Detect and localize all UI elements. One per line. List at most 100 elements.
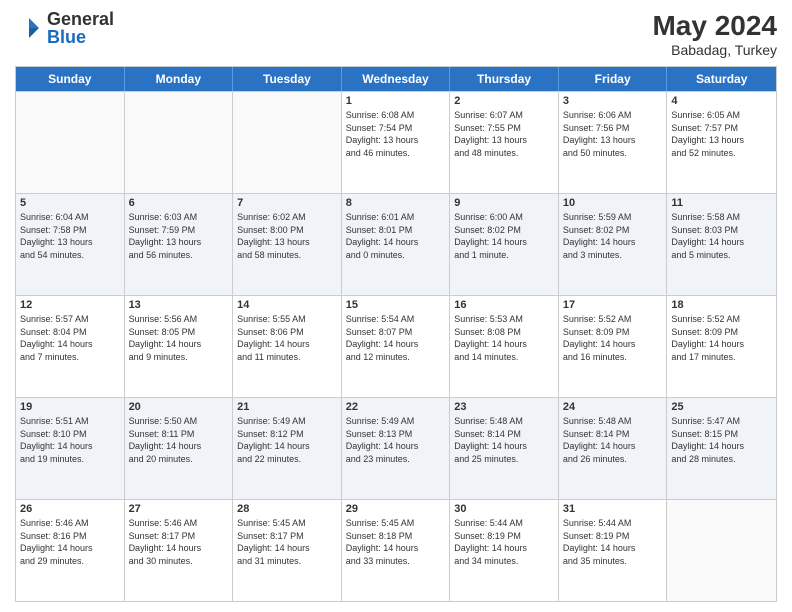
day-info: Sunrise: 6:08 AM Sunset: 7:54 PM Dayligh…: [346, 109, 446, 159]
logo-general-text: General: [47, 9, 114, 29]
day-info: Sunrise: 5:46 AM Sunset: 8:17 PM Dayligh…: [129, 517, 229, 567]
weekday-header: Friday: [559, 67, 668, 91]
calendar-cell: 26Sunrise: 5:46 AM Sunset: 8:16 PM Dayli…: [16, 500, 125, 601]
calendar-cell: 27 Sunrise: 5:46 AM Sunset: 8:17 PM Dayli…: [125, 500, 234, 601]
day-number: 20: [129, 401, 229, 413]
calendar-cell: 20Sunrise: 5:50 AM Sunset: 8:11 PM Dayli…: [125, 398, 234, 499]
calendar-cell: 19 Sunrise: 5:51 AM Sunset: 8:10 PM Dayli…: [16, 398, 125, 499]
day-number: 10: [563, 197, 663, 209]
calendar-cell: 23 Sunrise: 5:48 AM Sunset: 8:14 PM Dayli…: [450, 398, 559, 499]
title-block: May 2024 Babadag, Turkey: [652, 10, 777, 58]
day-info: Sunrise: 5:48 AM Sunset: 8:14 PM Dayligh…: [454, 415, 554, 465]
calendar-cell: 4 Sunrise: 6:05 AM Sunset: 7:57 PM Daylig…: [667, 92, 776, 193]
day-number: 25: [671, 401, 772, 413]
weekday-header: Monday: [125, 67, 234, 91]
calendar-cell: 22 Sunrise: 5:49 AM Sunset: 8:13 PM Dayli…: [342, 398, 451, 499]
day-number: 31: [563, 503, 663, 515]
calendar-cell: [667, 500, 776, 601]
day-info: Sunrise: 6:06 AM Sunset: 7:56 PM Dayligh…: [563, 109, 663, 159]
day-info: Sunrise: 6:07 AM Sunset: 7:55 PM Dayligh…: [454, 109, 554, 159]
day-number: 4: [671, 95, 772, 107]
weekday-header: Sunday: [16, 67, 125, 91]
calendar-cell: [233, 92, 342, 193]
calendar-row: 26Sunrise: 5:46 AM Sunset: 8:16 PM Dayli…: [16, 499, 776, 601]
logo-blue-text: Blue: [47, 27, 86, 47]
weekday-header: Wednesday: [342, 67, 451, 91]
weekday-header: Tuesday: [233, 67, 342, 91]
calendar-row: 1 Sunrise: 6:08 AM Sunset: 7:54 PM Daylig…: [16, 91, 776, 193]
day-number: 24: [563, 401, 663, 413]
day-info: Sunrise: 6:04 AM Sunset: 7:58 PM Dayligh…: [20, 211, 120, 261]
day-number: 6: [129, 197, 229, 209]
day-info: Sunrise: 6:03 AM Sunset: 7:59 PM Dayligh…: [129, 211, 229, 261]
calendar-cell: 25 Sunrise: 5:47 AM Sunset: 8:15 PM Dayli…: [667, 398, 776, 499]
day-info: Sunrise: 5:51 AM Sunset: 8:10 PM Dayligh…: [20, 415, 120, 465]
day-number: 14: [237, 299, 337, 311]
day-number: 13: [129, 299, 229, 311]
day-number: 22: [346, 401, 446, 413]
calendar-cell: 6 Sunrise: 6:03 AM Sunset: 7:59 PM Daylig…: [125, 194, 234, 295]
day-number: 15: [346, 299, 446, 311]
calendar-cell: 1 Sunrise: 6:08 AM Sunset: 7:54 PM Daylig…: [342, 92, 451, 193]
day-number: 12: [20, 299, 120, 311]
day-info: Sunrise: 5:58 AM Sunset: 8:03 PM Dayligh…: [671, 211, 772, 261]
page: General Blue May 2024 Babadag, Turkey Su…: [0, 0, 792, 612]
day-info: Sunrise: 6:00 AM Sunset: 8:02 PM Dayligh…: [454, 211, 554, 261]
calendar-cell: 7Sunrise: 6:02 AM Sunset: 8:00 PM Daylig…: [233, 194, 342, 295]
day-info: Sunrise: 5:45 AM Sunset: 8:18 PM Dayligh…: [346, 517, 446, 567]
day-number: 8: [346, 197, 446, 209]
day-number: 30: [454, 503, 554, 515]
day-number: 19: [20, 401, 120, 413]
day-number: 3: [563, 95, 663, 107]
day-number: 29: [346, 503, 446, 515]
day-info: Sunrise: 5:45 AM Sunset: 8:17 PM Dayligh…: [237, 517, 337, 567]
day-info: Sunrise: 5:49 AM Sunset: 8:13 PM Dayligh…: [346, 415, 446, 465]
day-number: 9: [454, 197, 554, 209]
day-number: 18: [671, 299, 772, 311]
day-info: Sunrise: 5:57 AM Sunset: 8:04 PM Dayligh…: [20, 313, 120, 363]
calendar-cell: [125, 92, 234, 193]
weekday-header: Thursday: [450, 67, 559, 91]
calendar-row: 19 Sunrise: 5:51 AM Sunset: 8:10 PM Dayli…: [16, 397, 776, 499]
day-number: 27: [129, 503, 229, 515]
day-info: Sunrise: 6:05 AM Sunset: 7:57 PM Dayligh…: [671, 109, 772, 159]
calendar-cell: 5Sunrise: 6:04 AM Sunset: 7:58 PM Daylig…: [16, 194, 125, 295]
calendar: SundayMondayTuesdayWednesdayThursdayFrid…: [15, 66, 777, 602]
day-number: 21: [237, 401, 337, 413]
day-number: 1: [346, 95, 446, 107]
calendar-body: 1 Sunrise: 6:08 AM Sunset: 7:54 PM Daylig…: [16, 91, 776, 601]
day-number: 28: [237, 503, 337, 515]
logo: General Blue: [15, 10, 114, 46]
day-info: Sunrise: 5:47 AM Sunset: 8:15 PM Dayligh…: [671, 415, 772, 465]
day-info: Sunrise: 5:49 AM Sunset: 8:12 PM Dayligh…: [237, 415, 337, 465]
day-number: 11: [671, 197, 772, 209]
calendar-cell: 8 Sunrise: 6:01 AM Sunset: 8:01 PM Daylig…: [342, 194, 451, 295]
day-info: Sunrise: 5:53 AM Sunset: 8:08 PM Dayligh…: [454, 313, 554, 363]
calendar-row: 5Sunrise: 6:04 AM Sunset: 7:58 PM Daylig…: [16, 193, 776, 295]
day-number: 16: [454, 299, 554, 311]
day-number: 7: [237, 197, 337, 209]
calendar-cell: 16 Sunrise: 5:53 AM Sunset: 8:08 PM Dayli…: [450, 296, 559, 397]
day-info: Sunrise: 5:46 AM Sunset: 8:16 PM Dayligh…: [20, 517, 120, 567]
calendar-header: SundayMondayTuesdayWednesdayThursdayFrid…: [16, 67, 776, 91]
day-number: 23: [454, 401, 554, 413]
day-info: Sunrise: 6:01 AM Sunset: 8:01 PM Dayligh…: [346, 211, 446, 261]
day-info: Sunrise: 5:59 AM Sunset: 8:02 PM Dayligh…: [563, 211, 663, 261]
calendar-cell: 3 Sunrise: 6:06 AM Sunset: 7:56 PM Daylig…: [559, 92, 668, 193]
title-location: Babadag, Turkey: [652, 42, 777, 58]
calendar-cell: 29 Sunrise: 5:45 AM Sunset: 8:18 PM Dayli…: [342, 500, 451, 601]
calendar-row: 12 Sunrise: 5:57 AM Sunset: 8:04 PM Dayli…: [16, 295, 776, 397]
calendar-cell: 13Sunrise: 5:56 AM Sunset: 8:05 PM Dayli…: [125, 296, 234, 397]
calendar-cell: 21 Sunrise: 5:49 AM Sunset: 8:12 PM Dayli…: [233, 398, 342, 499]
calendar-cell: 28 Sunrise: 5:45 AM Sunset: 8:17 PM Dayli…: [233, 500, 342, 601]
day-info: Sunrise: 5:44 AM Sunset: 8:19 PM Dayligh…: [454, 517, 554, 567]
weekday-header: Saturday: [667, 67, 776, 91]
calendar-cell: 24Sunrise: 5:48 AM Sunset: 8:14 PM Dayli…: [559, 398, 668, 499]
calendar-cell: 15Sunrise: 5:54 AM Sunset: 8:07 PM Dayli…: [342, 296, 451, 397]
calendar-cell: 11 Sunrise: 5:58 AM Sunset: 8:03 PM Dayli…: [667, 194, 776, 295]
calendar-cell: 9 Sunrise: 6:00 AM Sunset: 8:02 PM Daylig…: [450, 194, 559, 295]
calendar-cell: 14Sunrise: 5:55 AM Sunset: 8:06 PM Dayli…: [233, 296, 342, 397]
calendar-cell: 10 Sunrise: 5:59 AM Sunset: 8:02 PM Dayli…: [559, 194, 668, 295]
title-month: May 2024: [652, 10, 777, 42]
calendar-cell: 18Sunrise: 5:52 AM Sunset: 8:09 PM Dayli…: [667, 296, 776, 397]
